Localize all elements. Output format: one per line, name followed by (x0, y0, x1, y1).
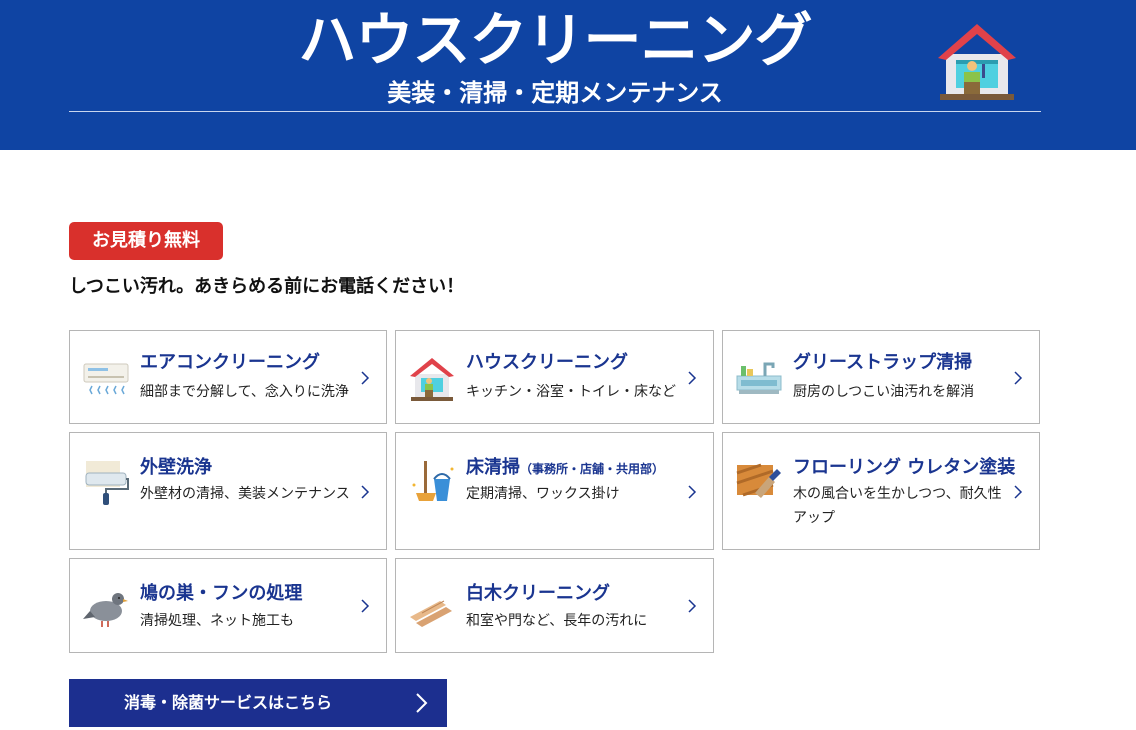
service-title-main: 床清掃 (466, 457, 520, 478)
air-conditioner-icon (83, 363, 129, 395)
service-title: 外壁洗浄 (140, 457, 212, 478)
chevron-right-icon (688, 371, 697, 385)
service-card-floor-cleaning[interactable]: 床清掃（事務所・店舗・共用部） 定期清掃、ワックス掛け (395, 432, 714, 550)
chevron-right-icon (688, 485, 697, 499)
page-header: ハウスクリーニング 美装・清掃・定期メンテナンス (0, 0, 1136, 150)
service-title: 白木クリーニング (466, 583, 610, 604)
service-description: 木の風合いを生かしつつ、耐久性アップ (793, 486, 1002, 526)
service-title: ハウスクリーニング (466, 352, 628, 373)
service-description: 細部まで分解して、念入りに洗浄 (140, 384, 349, 400)
chevron-right-icon (416, 693, 428, 713)
service-card-pigeon[interactable]: 鳩の巣・フンの処理 清掃処理、ネット施工も (69, 558, 387, 653)
service-title: 鳩の巣・フンの処理 (140, 583, 303, 604)
service-card-flooring-coating[interactable]: フローリング ウレタン塗装 木の風合いを生かしつつ、耐久性アップ (722, 432, 1040, 550)
tagline: しつこい汚れ。あきらめる前にお電話ください！ (69, 276, 465, 297)
pigeon-icon (83, 593, 128, 627)
service-description: 定期清掃、ワックス掛け (466, 486, 620, 502)
disinfection-service-button[interactable]: 消毒・除菌サービスはこちら (69, 679, 447, 727)
mop-bucket-icon (412, 461, 454, 501)
chevron-right-icon (361, 371, 370, 385)
service-description: 外壁材の清掃、美装メンテナンス (140, 486, 350, 502)
chevron-right-icon (1014, 485, 1023, 499)
service-description: キッチン・浴室・トイレ・床など (466, 384, 676, 400)
service-title: フローリング ウレタン塗装 (793, 457, 1016, 478)
wood-planks-icon (410, 600, 452, 627)
service-title: 床清掃（事務所・店舗・共用部） (466, 456, 685, 481)
service-card-white-wood[interactable]: 白木クリーニング 和室や門など、長年の汚れに (395, 558, 714, 653)
free-estimate-badge: お見積り無料 (69, 222, 223, 260)
kitchen-sink-icon (736, 362, 782, 394)
floor-brush-icon (736, 463, 781, 498)
service-card-house[interactable]: ハウスクリーニング キッチン・浴室・トイレ・床など (395, 330, 714, 424)
service-description: 清掃処理、ネット施工も (140, 613, 294, 629)
service-description: 和室や門など、長年の汚れに (466, 613, 648, 629)
chevron-right-icon (361, 599, 370, 613)
house-cleaning-icon (938, 24, 1016, 100)
service-card-grease-trap[interactable]: グリーストラップ清掃 厨房のしつこい油汚れを解消 (722, 330, 1040, 424)
house-icon (410, 358, 454, 401)
service-title: グリーストラップ清掃 (793, 352, 973, 373)
paint-roller-icon (85, 461, 129, 505)
service-description: 厨房のしつこい油汚れを解消 (793, 384, 975, 400)
disinfection-service-label: 消毒・除菌サービスはこちら (123, 693, 332, 712)
header-divider (69, 111, 1041, 112)
service-title: エアコンクリーニング (140, 352, 320, 373)
service-title-note: （事務所・店舗・共用部） (520, 462, 665, 476)
chevron-right-icon (688, 599, 697, 613)
service-card-aircon[interactable]: エアコンクリーニング 細部まで分解して、念入りに洗浄 (69, 330, 387, 424)
chevron-right-icon (1014, 371, 1023, 385)
chevron-right-icon (361, 485, 370, 499)
service-card-exterior-wall[interactable]: 外壁洗浄 外壁材の清掃、美装メンテナンス (69, 432, 387, 550)
